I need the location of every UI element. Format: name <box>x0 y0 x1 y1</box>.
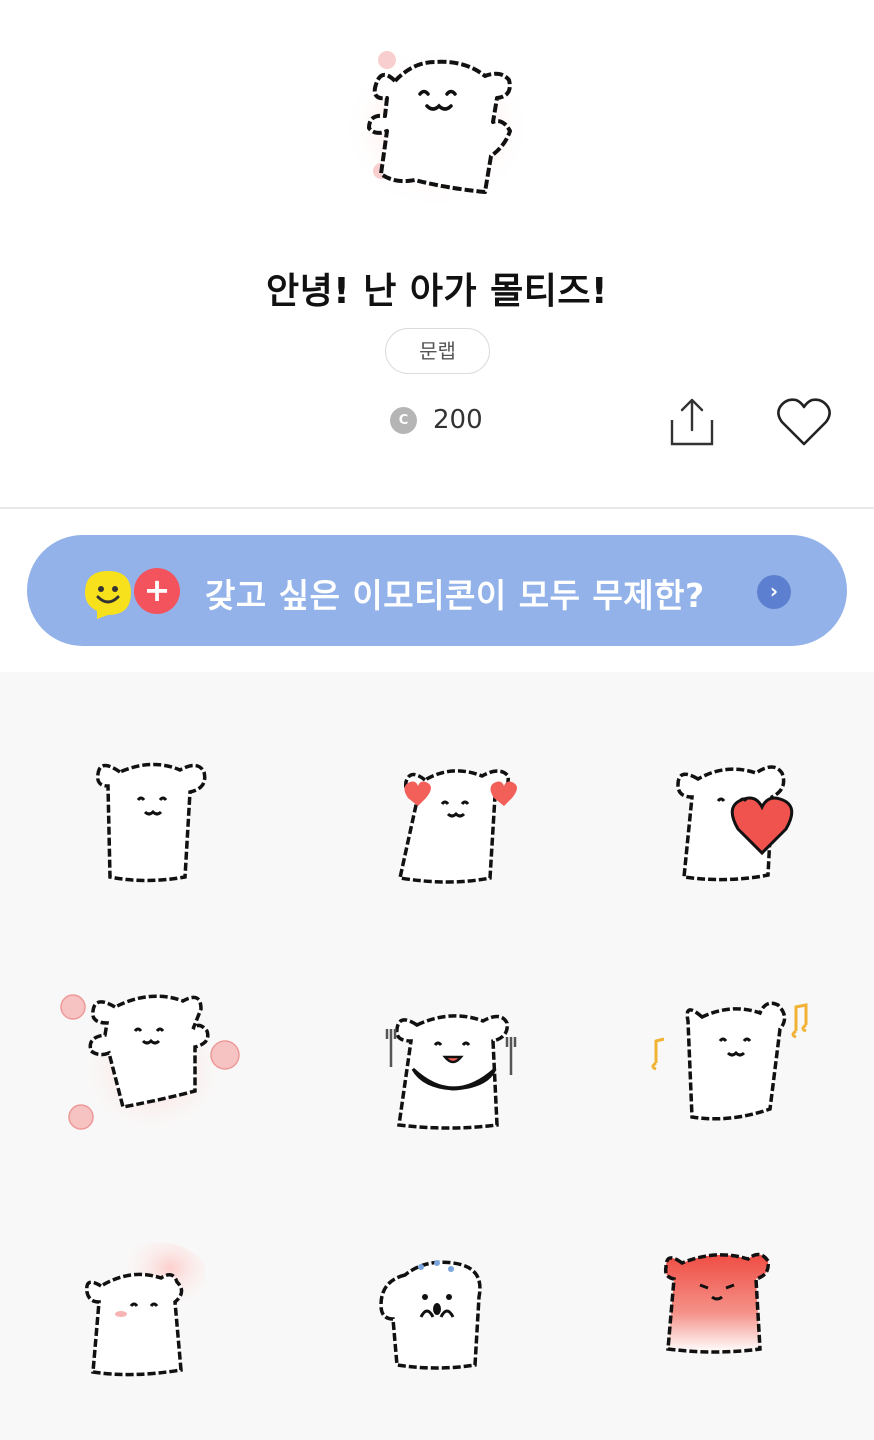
sticker-gallery <box>0 672 874 1440</box>
sticker-holding-two-hearts[interactable] <box>390 760 520 890</box>
sticker-arms-up-cheer[interactable] <box>90 752 215 887</box>
promo-text: 갖고 싶은 이모티콘이 모두 무제한? <box>205 576 705 615</box>
sticker-sweating-surprised[interactable] <box>375 1257 495 1377</box>
unlimited-promo-banner[interactable]: + 갖고 싶은 이모티콘이 모두 무제한? › <box>27 535 847 646</box>
hero-sticker-image <box>342 46 532 210</box>
sticker-header: 안녕! 난 아가 몰티즈! 문랩 C 200 <box>0 0 874 508</box>
price-value: 200 <box>433 405 483 435</box>
share-icon[interactable] <box>664 394 720 450</box>
sticker-title: 안녕! 난 아가 몰티즈! <box>266 271 608 312</box>
sticker-bib-with-forks[interactable] <box>383 1007 523 1132</box>
sticker-blushing-sitting[interactable] <box>75 1242 205 1382</box>
sticker-red-angry-face[interactable] <box>660 1247 775 1357</box>
sticker-dancing-with-flowers[interactable] <box>55 987 245 1137</box>
author-tag[interactable]: 문랩 <box>385 328 490 374</box>
smile-bubble-icon <box>85 571 131 619</box>
plus-icon: + <box>134 568 180 614</box>
sticker-hugging-big-heart[interactable] <box>668 757 798 887</box>
chevron-right-icon: › <box>757 575 791 609</box>
price: C 200 <box>390 402 483 438</box>
sticker-dancing-with-music-notes[interactable] <box>650 997 810 1127</box>
coin-icon: C <box>390 406 417 434</box>
heart-outline-icon[interactable] <box>774 394 834 450</box>
section-divider <box>0 507 874 509</box>
